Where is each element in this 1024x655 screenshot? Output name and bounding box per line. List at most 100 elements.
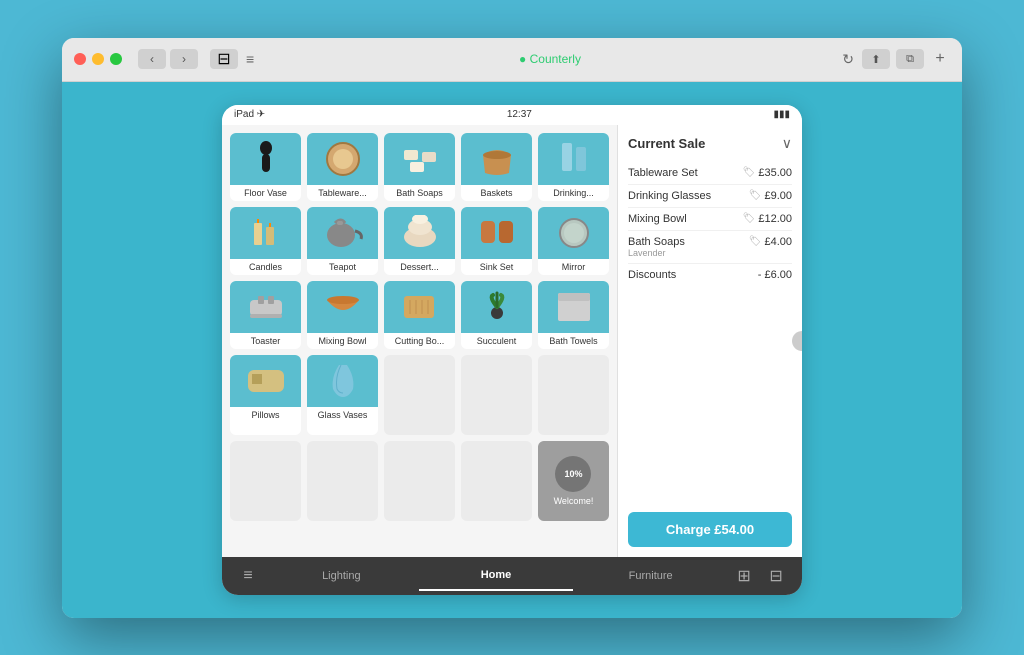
tag-icon: 🏷 (749, 190, 762, 201)
product-drinking-glasses[interactable]: Drinking... (538, 133, 609, 201)
product-img (230, 207, 301, 259)
product-label: Bath Towels (547, 333, 599, 349)
back-button[interactable]: ‹ (138, 49, 166, 69)
product-label: Succulent (475, 333, 519, 349)
discount-circle: 10% (555, 456, 591, 492)
product-label: Mirror (560, 259, 588, 275)
empty-slot-4 (230, 441, 301, 521)
item-subtitle: Lavender (628, 248, 749, 258)
browser-actions: ⬆ ⧉ + (862, 49, 950, 69)
product-bath-soaps[interactable]: Bath Soaps (384, 133, 455, 201)
ipad-frame: iPad ✈ 12:37 ▮▮▮ (222, 105, 802, 595)
calc-view-button[interactable]: ⊟ (760, 560, 792, 592)
charge-button[interactable]: Charge £54.00 (628, 512, 792, 547)
product-glass-vases[interactable]: Glass Vases (307, 355, 378, 435)
tag-icon: 🏷 (749, 236, 762, 247)
product-img (384, 207, 455, 259)
sale-panel: Current Sale ∨ Tableware Set 🏷 £35.00 (617, 125, 802, 557)
product-toaster[interactable]: Toaster (230, 281, 301, 349)
item-price: 🏷 £4.00 (749, 236, 792, 248)
discount-value: - £6.00 (758, 269, 792, 281)
item-price: 🏷 £35.00 (743, 167, 792, 179)
tab-furniture[interactable]: Furniture (573, 562, 728, 590)
menu-icon-button[interactable]: ≡ (232, 560, 264, 592)
product-label: Cutting Bo... (393, 333, 447, 349)
product-tableware[interactable]: Tableware... (307, 133, 378, 201)
product-grid: Floor Vase Tableware... Ba (230, 133, 609, 521)
product-floor-vase[interactable]: Floor Vase (230, 133, 301, 201)
product-img (538, 133, 609, 185)
status-left: iPad ✈ (234, 109, 265, 120)
share-button[interactable]: ⬆ (862, 49, 890, 69)
empty-slot-3 (538, 355, 609, 435)
item-name: Tableware Set (628, 167, 743, 179)
browser-window: ‹ › ⊟ ≡ ● Counterly ↻ ⬆ ⧉ + iPad ✈ 12:37 (62, 38, 962, 618)
product-img (461, 207, 532, 259)
welcome-badge-item[interactable]: 10% Welcome! (538, 441, 609, 521)
product-label: Dessert... (398, 259, 441, 275)
product-candles[interactable]: Candles (230, 207, 301, 275)
browser-chrome: ‹ › ⊟ ≡ ● Counterly ↻ ⬆ ⧉ + (62, 38, 962, 82)
new-tab-button[interactable]: + (930, 49, 950, 69)
welcome-label: Welcome! (554, 496, 594, 506)
product-label: Pillows (249, 407, 281, 423)
product-label: Floor Vase (242, 185, 289, 201)
chevron-down-icon[interactable]: ∨ (782, 135, 792, 152)
address-bar[interactable]: ≡ ● Counterly ↻ (246, 52, 854, 66)
discount-label: Discounts (628, 269, 676, 281)
status-time: 12:37 (507, 109, 532, 120)
app-main: Floor Vase Tableware... Ba (222, 125, 802, 557)
product-mirror[interactable]: Mirror (538, 207, 609, 275)
grid-view-button[interactable]: ⊞ (728, 560, 760, 592)
empty-slot-2 (461, 355, 532, 435)
sale-title: Current Sale (628, 136, 705, 151)
forward-button[interactable]: › (170, 49, 198, 69)
discount-row: Discounts - £6.00 (628, 264, 792, 286)
sale-item-tableware: Tableware Set 🏷 £35.00 (628, 162, 792, 185)
hamburger-icon: ≡ (246, 51, 254, 67)
item-name: Mixing Bowl (628, 213, 743, 225)
product-label: Bath Soaps (394, 185, 445, 201)
product-img (538, 207, 609, 259)
product-label: Teapot (327, 259, 358, 275)
product-teapot[interactable]: Teapot (307, 207, 378, 275)
close-button[interactable] (74, 53, 86, 65)
product-img (230, 355, 301, 407)
product-succulent[interactable]: Succulent (461, 281, 532, 349)
sale-items-list: Tableware Set 🏷 £35.00 Drinking Glasses … (628, 162, 792, 504)
product-sink-set[interactable]: Sink Set (461, 207, 532, 275)
product-label: Toaster (249, 333, 283, 349)
product-img (307, 133, 378, 185)
item-name: Bath Soaps (628, 236, 749, 248)
product-img (538, 281, 609, 333)
product-img (307, 355, 378, 407)
product-label: Candles (247, 259, 284, 275)
sidebar-toggle[interactable]: ⊟ (210, 49, 238, 69)
tab-home[interactable]: Home (419, 561, 574, 591)
product-bath-towels[interactable]: Bath Towels (538, 281, 609, 349)
product-label: Mixing Bowl (316, 333, 368, 349)
minimize-button[interactable] (92, 53, 104, 65)
product-img (461, 133, 532, 185)
product-pillows[interactable]: Pillows (230, 355, 301, 435)
product-img (461, 281, 532, 333)
tab-lighting[interactable]: Lighting (264, 562, 419, 590)
refresh-button[interactable]: ↻ (842, 51, 854, 68)
sale-header: Current Sale ∨ (628, 135, 792, 152)
product-mixing-bowl[interactable]: Mixing Bowl (307, 281, 378, 349)
product-img (230, 281, 301, 333)
browser-content: iPad ✈ 12:37 ▮▮▮ (62, 82, 962, 618)
product-img (384, 281, 455, 333)
item-name: Drinking Glasses (628, 190, 749, 202)
empty-slot-5 (307, 441, 378, 521)
tag-icon: 🏷 (743, 213, 756, 224)
maximize-button[interactable] (110, 53, 122, 65)
product-cutting-board[interactable]: Cutting Bo... (384, 281, 455, 349)
product-baskets[interactable]: Baskets (461, 133, 532, 201)
duplicate-button[interactable]: ⧉ (896, 49, 924, 69)
item-price: 🏷 £9.00 (749, 190, 792, 202)
sale-item-bath-soaps: Bath Soaps Lavender 🏷 £4.00 (628, 231, 792, 264)
product-dessert[interactable]: Dessert... (384, 207, 455, 275)
ipad-status-bar: iPad ✈ 12:37 ▮▮▮ (222, 105, 802, 125)
nav-buttons: ‹ › (138, 49, 198, 69)
